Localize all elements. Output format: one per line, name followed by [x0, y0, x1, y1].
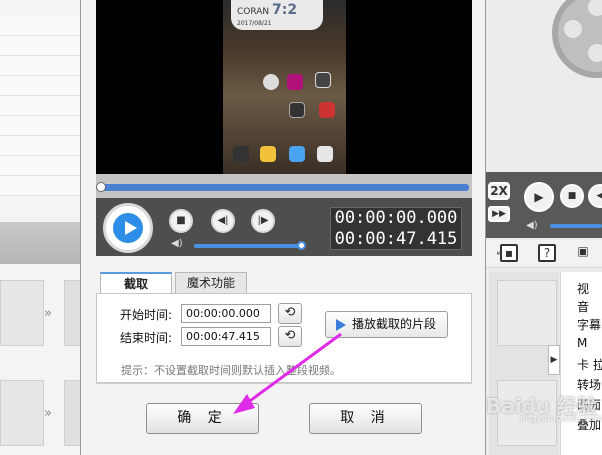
stop-button[interactable]: ■ [169, 209, 193, 233]
app-icon [263, 74, 279, 90]
total-time: 00:00:47.415 [334, 229, 458, 249]
watermark-url: jingyan.baidu.com [520, 414, 602, 424]
play-icon [113, 213, 143, 243]
time-display: 00:00:00.000 00:00:47.415 [330, 207, 462, 250]
clip-tile[interactable] [497, 280, 557, 346]
next-frame-button[interactable]: |▶ [251, 209, 275, 233]
phone-clock-widget: CORAN 7:2 2017/08/21 [231, 0, 323, 30]
track-label-audio[interactable]: 音 [577, 298, 589, 315]
clip-tile[interactable] [0, 280, 44, 346]
list-row [0, 176, 80, 196]
list-row [0, 136, 80, 156]
app-icon [289, 146, 305, 162]
clock-icon: ⟲ [284, 305, 296, 320]
end-time-label: 结束时间: [120, 331, 173, 345]
list-row [0, 96, 80, 116]
start-time-label: 开始时间: [120, 308, 173, 322]
timeline-handle[interactable] [96, 182, 106, 192]
tab-magic-functions[interactable]: 魔术功能 [175, 272, 247, 294]
phone-clock-time: 7:2 [272, 2, 298, 18]
right-toolbar: ⤢ ▪ ? ▣ [486, 240, 602, 268]
double-chevron-right-icon: » [44, 406, 52, 421]
app-icon [315, 72, 331, 88]
track-label-subtitle[interactable]: 字幕 [577, 316, 601, 333]
current-time: 00:00:00.000 [334, 208, 458, 228]
phone-clock-date: 2017/08/21 [237, 20, 272, 27]
previous-frame-button[interactable]: ◀| [211, 209, 235, 233]
track-list-panel: 视 音 字幕 M 卡 拉 转场 画面 叠加 [560, 272, 602, 455]
preview-frame-phone-screen: CORAN 7:2 2017/08/21 [223, 0, 346, 174]
more-icon[interactable]: ▣ [574, 244, 592, 262]
app-icon [260, 146, 276, 162]
track-label-video[interactable]: 视 [577, 280, 589, 297]
play-icon[interactable]: ▶ [524, 182, 554, 212]
volume-icon: ◀) [526, 220, 538, 231]
timeline-progress-bar[interactable] [101, 184, 469, 191]
clip-tile[interactable] [0, 380, 44, 446]
fast-forward-icon[interactable]: ▶▶ [488, 206, 510, 222]
expand-arrow-button[interactable]: ▶ [548, 345, 560, 375]
save-icon[interactable]: ▪ [500, 244, 518, 262]
tab-clip[interactable]: 截取 [100, 272, 172, 294]
help-icon[interactable]: ? [538, 244, 556, 262]
previous-frame-icon[interactable]: ◀ [588, 184, 602, 208]
play-segment-label: 播放截取的片段 [352, 317, 437, 331]
start-time-input[interactable] [181, 304, 271, 323]
play-button[interactable] [103, 203, 153, 253]
right-player-controls: 2X ▶▶ ▶ ■ ◀ ◀) [486, 172, 602, 238]
volume-slider-handle[interactable] [297, 241, 306, 250]
set-start-time-button[interactable]: ⟲ [278, 303, 302, 324]
volume-slider[interactable] [550, 224, 602, 228]
list-row [0, 16, 80, 36]
app-icon [289, 102, 305, 118]
track-label-karaoke[interactable]: 卡 拉 [577, 356, 602, 373]
list-row [0, 116, 80, 136]
app-icon [287, 74, 303, 90]
track-label-m[interactable]: M [577, 336, 587, 350]
list-row [0, 156, 80, 176]
toolbar-band [0, 222, 80, 264]
list-row [0, 36, 80, 56]
stop-icon[interactable]: ■ [560, 184, 584, 208]
app-icon [319, 102, 335, 118]
volume-icon: ◀) [171, 238, 183, 249]
volume-slider[interactable] [194, 244, 302, 248]
app-icon [317, 146, 333, 162]
speed-button[interactable]: 2X [488, 182, 510, 200]
app-icon [233, 146, 249, 162]
annotation-arrow [233, 332, 342, 414]
list-row [0, 76, 80, 96]
double-chevron-right-icon: » [44, 306, 52, 321]
phone-clock-brand: CORAN [237, 7, 270, 17]
list-row [0, 56, 80, 76]
background-app-left-pane: » » [0, 0, 82, 455]
